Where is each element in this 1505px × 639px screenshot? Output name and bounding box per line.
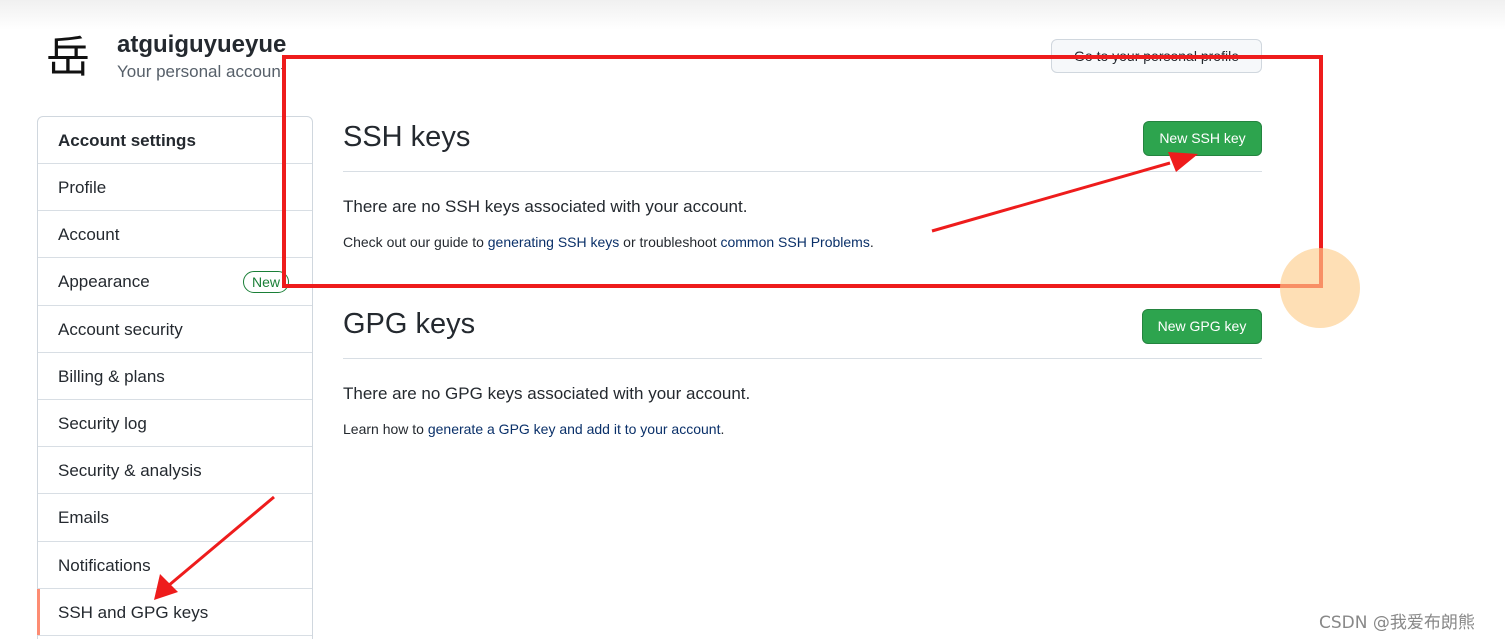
ssh-hint-suffix: . (869, 234, 874, 250)
username: atguiguyueyue (117, 31, 287, 58)
gpg-section-divider (343, 358, 1262, 359)
ssh-keys-title: SSH keys (343, 121, 471, 153)
sidebar-item-account[interactable]: Account (38, 211, 312, 259)
cursor-highlight (1280, 248, 1360, 328)
gpg-keys-title: GPG keys (343, 308, 476, 340)
sidebar-item-security-analysis[interactable]: Security & analysis (38, 447, 312, 495)
new-ssh-key-button[interactable]: New SSH key (1143, 121, 1262, 156)
generate-gpg-key-link[interactable]: generate a GPG key and add it to your ac… (428, 421, 721, 437)
common-ssh-problems-link[interactable]: common SSH Problems (720, 234, 869, 250)
ssh-empty-message: There are no SSH keys associated with yo… (343, 197, 748, 216)
watermark: CSDN @我爱布朗熊 (1319, 613, 1475, 633)
top-fade (0, 0, 1505, 30)
sidebar-item-label: Appearance (58, 272, 150, 292)
avatar[interactable]: 岳 (40, 30, 96, 86)
gpg-hint-suffix: . (720, 421, 725, 437)
new-gpg-key-button[interactable]: New GPG key (1142, 309, 1262, 344)
sidebar-item-security-log[interactable]: Security log (38, 400, 312, 448)
sidebar-item-appearance[interactable]: Appearance New (38, 258, 312, 306)
settings-page: 岳 atguiguyueyue Your personal account Go… (0, 0, 1505, 639)
generating-ssh-keys-link[interactable]: generating SSH keys (488, 234, 620, 250)
gpg-hint-prefix: Learn how to (343, 421, 428, 437)
ssh-hint-prefix: Check out our guide to (343, 234, 488, 250)
settings-sidebar: Account settings Profile Account Appeara… (37, 116, 313, 639)
gpg-empty-message: There are no GPG keys associated with yo… (343, 384, 751, 403)
sidebar-item-profile[interactable]: Profile (38, 164, 312, 212)
gpg-guide-hint: Learn how to generate a GPG key and add … (343, 421, 724, 437)
sidebar-item-notifications[interactable]: Notifications (38, 542, 312, 589)
sidebar-item-account-security[interactable]: Account security (38, 306, 312, 353)
go-to-profile-button[interactable]: Go to your personal profile (1051, 39, 1262, 73)
account-subtitle: Your personal account (117, 62, 286, 81)
sidebar-header: Account settings (38, 117, 312, 164)
new-badge: New (243, 271, 290, 294)
ssh-section-divider (343, 171, 1262, 172)
ssh-hint-middle: or troubleshoot (619, 234, 721, 250)
sidebar-item-ssh-gpg-keys[interactable]: SSH and GPG keys (37, 588, 312, 636)
arrow-to-new-ssh-key (931, 152, 1198, 233)
sidebar-item-billing[interactable]: Billing & plans (38, 353, 312, 400)
sidebar-item-emails[interactable]: Emails (38, 494, 312, 542)
ssh-guide-hint: Check out our guide to generating SSH ke… (343, 234, 874, 250)
